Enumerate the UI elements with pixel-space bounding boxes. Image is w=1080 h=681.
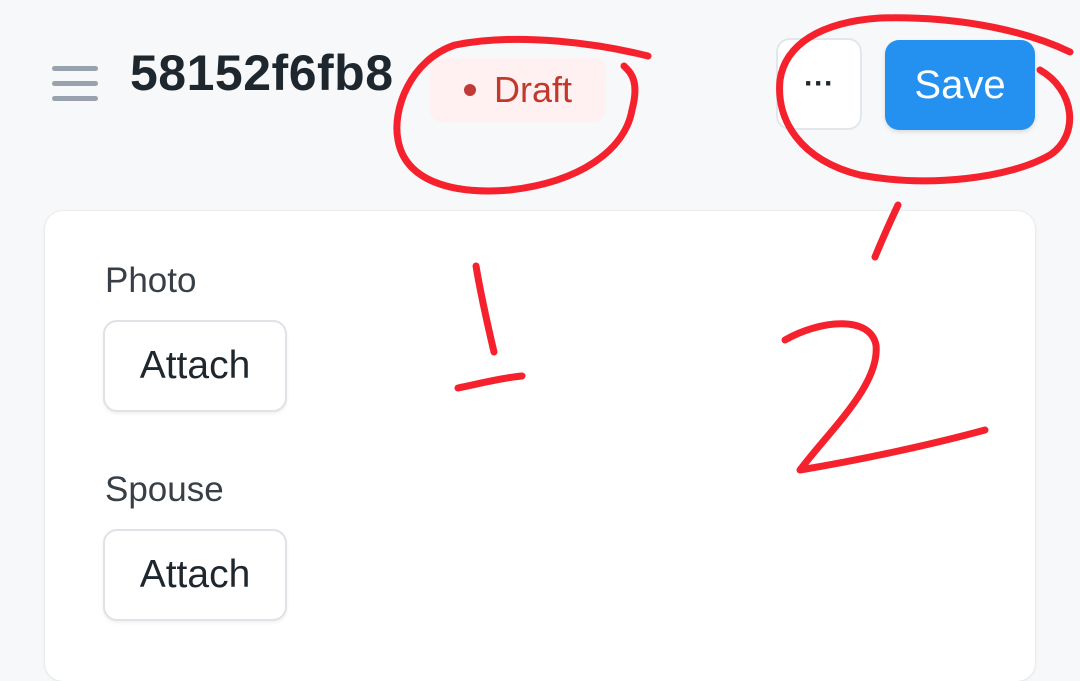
- status-badge: Draft: [430, 58, 606, 122]
- photo-attach-button[interactable]: Attach: [103, 320, 287, 412]
- menu-bar: [52, 66, 98, 71]
- menu-bar: [52, 96, 98, 101]
- hamburger-menu-icon[interactable]: [52, 66, 98, 102]
- spouse-field-label: Spouse: [105, 470, 224, 509]
- menu-bar: [52, 81, 98, 86]
- more-actions-button[interactable]: ···: [776, 38, 862, 130]
- spouse-attach-button[interactable]: Attach: [103, 529, 287, 621]
- form-card: Photo Attach Spouse Attach: [45, 211, 1035, 681]
- save-button[interactable]: Save: [885, 40, 1035, 130]
- photo-field-label: Photo: [105, 261, 197, 300]
- status-label: Draft: [493, 69, 572, 110]
- page-title: 58152f6fb8: [130, 45, 394, 101]
- status-dot-icon: [463, 84, 476, 96]
